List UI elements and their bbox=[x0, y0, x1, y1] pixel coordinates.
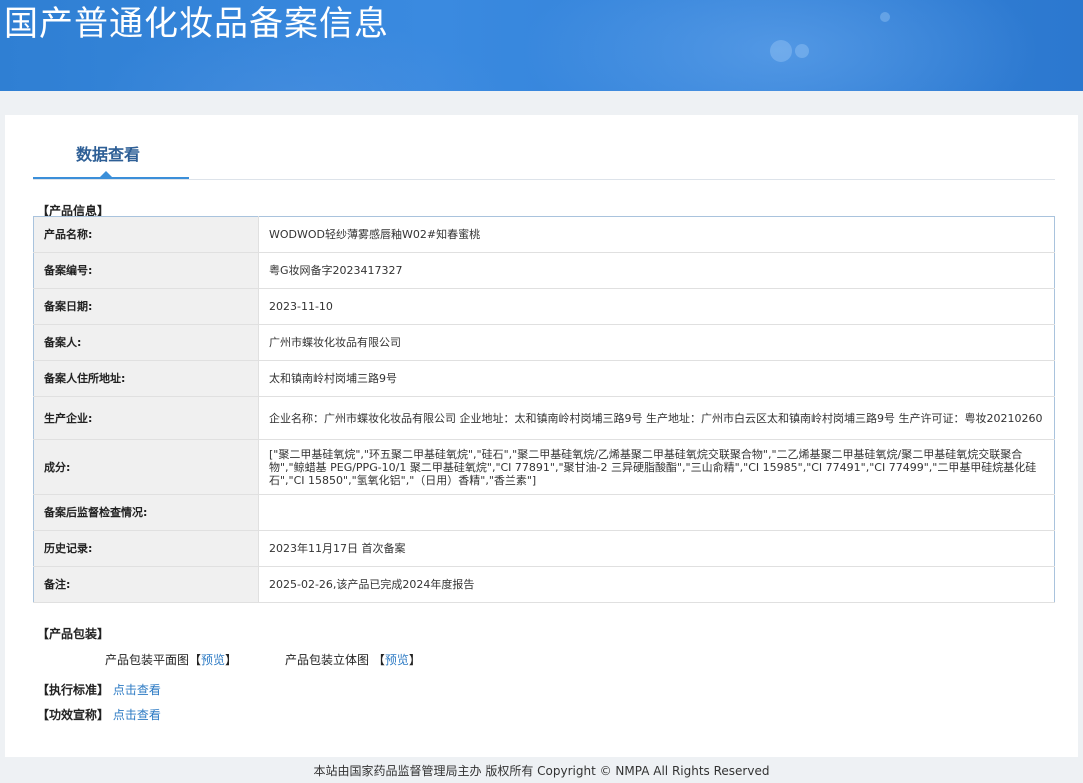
page-header: 国产普通化妆品备案信息 bbox=[0, 0, 1083, 91]
field-value: 2023-11-10 bbox=[258, 288, 1055, 325]
tab-data-view[interactable]: 数据查看 bbox=[33, 115, 189, 179]
field-value: 太和镇南岭村岗埔三路9号 bbox=[258, 360, 1055, 397]
field-value bbox=[258, 494, 1055, 531]
packaging-flat-preview-link[interactable]: 预览 bbox=[201, 653, 225, 667]
field-label: 备案日期: bbox=[33, 288, 259, 325]
header-decoration bbox=[770, 40, 792, 62]
table-row: 备案人住所地址: 太和镇南岭村岗埔三路9号 bbox=[33, 360, 1055, 397]
field-value: 2025-02-26,该产品已完成2024年度报告 bbox=[258, 566, 1055, 603]
field-label: 产品名称: bbox=[33, 216, 259, 253]
bracket-close: 】 bbox=[225, 653, 238, 667]
field-value: 企业名称：广州市蝶妆化妆品有限公司 企业地址：太和镇南岭村岗埔三路9号 生产地址… bbox=[258, 396, 1055, 440]
tab-active-indicator bbox=[100, 171, 112, 177]
page-title: 国产普通化妆品备案信息 bbox=[4, 4, 389, 44]
efficacy-heading: 【功效宣称】 bbox=[37, 708, 110, 722]
table-row: 备注: 2025-02-26,该产品已完成2024年度报告 bbox=[33, 566, 1055, 603]
table-row: 生产企业: 企业名称：广州市蝶妆化妆品有限公司 企业地址：太和镇南岭村岗埔三路9… bbox=[33, 396, 1055, 440]
header-decoration bbox=[795, 44, 809, 58]
field-value: 2023年11月17日 首次备案 bbox=[258, 530, 1055, 567]
tab-bar: 数据查看 bbox=[33, 115, 1055, 180]
packaging-solid-preview-link[interactable]: 预览 bbox=[385, 653, 409, 667]
packaging-heading: 【产品包装】 bbox=[37, 627, 110, 641]
table-row: 备案编号: 粤G妆网备字2023417327 bbox=[33, 252, 1055, 289]
field-label: 历史记录: bbox=[33, 530, 259, 567]
table-row: 成分: ["聚二甲基硅氧烷","环五聚二甲基硅氧烷","硅石","聚二甲基硅氧烷… bbox=[33, 439, 1055, 495]
main-panel: 数据查看 【产品信息】 产品名称: WODWOD轻纱薄雾感唇釉W02#知春蜜桃 … bbox=[5, 115, 1078, 757]
packaging-solid-item: 产品包装立体图 【预览】 bbox=[285, 651, 421, 668]
packaging-flat-item: 产品包装平面图【预览】 bbox=[105, 651, 237, 668]
standard-row: 【执行标准】 点击查看 bbox=[37, 681, 161, 698]
table-row: 备案人: 广州市蝶妆化妆品有限公司 bbox=[33, 324, 1055, 361]
standard-heading: 【执行标准】 bbox=[37, 683, 110, 697]
packaging-flat-label: 产品包装平面图 bbox=[105, 653, 190, 667]
efficacy-view-link[interactable]: 点击查看 bbox=[113, 708, 161, 722]
field-value: 粤G妆网备字2023417327 bbox=[258, 252, 1055, 289]
field-value: WODWOD轻纱薄雾感唇釉W02#知春蜜桃 bbox=[258, 216, 1055, 253]
table-row: 历史记录: 2023年11月17日 首次备案 bbox=[33, 530, 1055, 567]
page-footer: 本站由国家药品监督管理局主办 版权所有 Copyright © NMPA All… bbox=[313, 764, 770, 778]
field-value: 广州市蝶妆化妆品有限公司 bbox=[258, 324, 1055, 361]
bracket-open: 【 bbox=[189, 653, 202, 667]
field-value: ["聚二甲基硅氧烷","环五聚二甲基硅氧烷","硅石","聚二甲基硅氧烷/乙烯基… bbox=[258, 439, 1055, 495]
tab-data-view-label: 数据查看 bbox=[75, 145, 140, 164]
product-info-table: 产品名称: WODWOD轻纱薄雾感唇釉W02#知春蜜桃 备案编号: 粤G妆网备字… bbox=[33, 216, 1055, 603]
field-label: 备案后监督检查情况: bbox=[33, 494, 259, 531]
table-row: 产品名称: WODWOD轻纱薄雾感唇釉W02#知春蜜桃 bbox=[33, 216, 1055, 253]
field-label: 备注: bbox=[33, 566, 259, 603]
field-label: 备案编号: bbox=[33, 252, 259, 289]
field-label: 备案人: bbox=[33, 324, 259, 361]
table-row: 备案后监督检查情况: bbox=[33, 494, 1055, 531]
packaging-solid-label: 产品包装立体图 bbox=[285, 653, 370, 667]
header-decoration bbox=[880, 12, 890, 22]
table-row: 备案日期: 2023-11-10 bbox=[33, 288, 1055, 325]
bracket-open: 【 bbox=[372, 653, 385, 667]
efficacy-row: 【功效宣称】 点击查看 bbox=[37, 706, 161, 723]
bracket-close: 】 bbox=[408, 653, 421, 667]
field-label: 生产企业: bbox=[33, 396, 259, 440]
field-label: 成分: bbox=[33, 439, 259, 495]
field-label: 备案人住所地址: bbox=[33, 360, 259, 397]
standard-view-link[interactable]: 点击查看 bbox=[113, 683, 161, 697]
